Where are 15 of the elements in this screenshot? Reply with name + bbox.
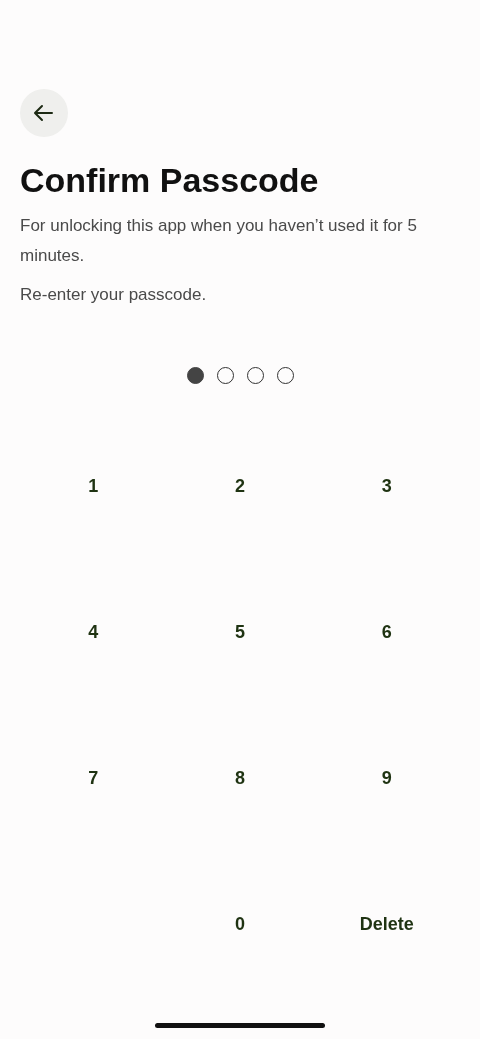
- keypad-key[interactable]: 2: [223, 467, 257, 505]
- keypad-key[interactable]: 6: [369, 613, 404, 651]
- keypad-key[interactable]: 9: [369, 759, 404, 797]
- keypad-key[interactable]: 7: [76, 759, 111, 797]
- instruction-text: Re-enter your passcode.: [20, 284, 208, 306]
- description-text: For unlocking this app when you haven’t used it for 5 minutes.: [20, 215, 418, 267]
- keypad-key[interactable]: 0: [223, 905, 257, 943]
- page-title: Confirm Passcode: [20, 160, 320, 201]
- keypad-key[interactable]: 3: [369, 467, 404, 505]
- keypad-key[interactable]: 4: [76, 613, 111, 651]
- back-button[interactable]: [20, 89, 68, 137]
- keypad-key[interactable]: 5: [223, 613, 257, 651]
- delete-button[interactable]: Delete: [347, 905, 426, 943]
- keypad-key[interactable]: 8: [223, 759, 257, 797]
- keypad-key[interactable]: 1: [76, 467, 111, 505]
